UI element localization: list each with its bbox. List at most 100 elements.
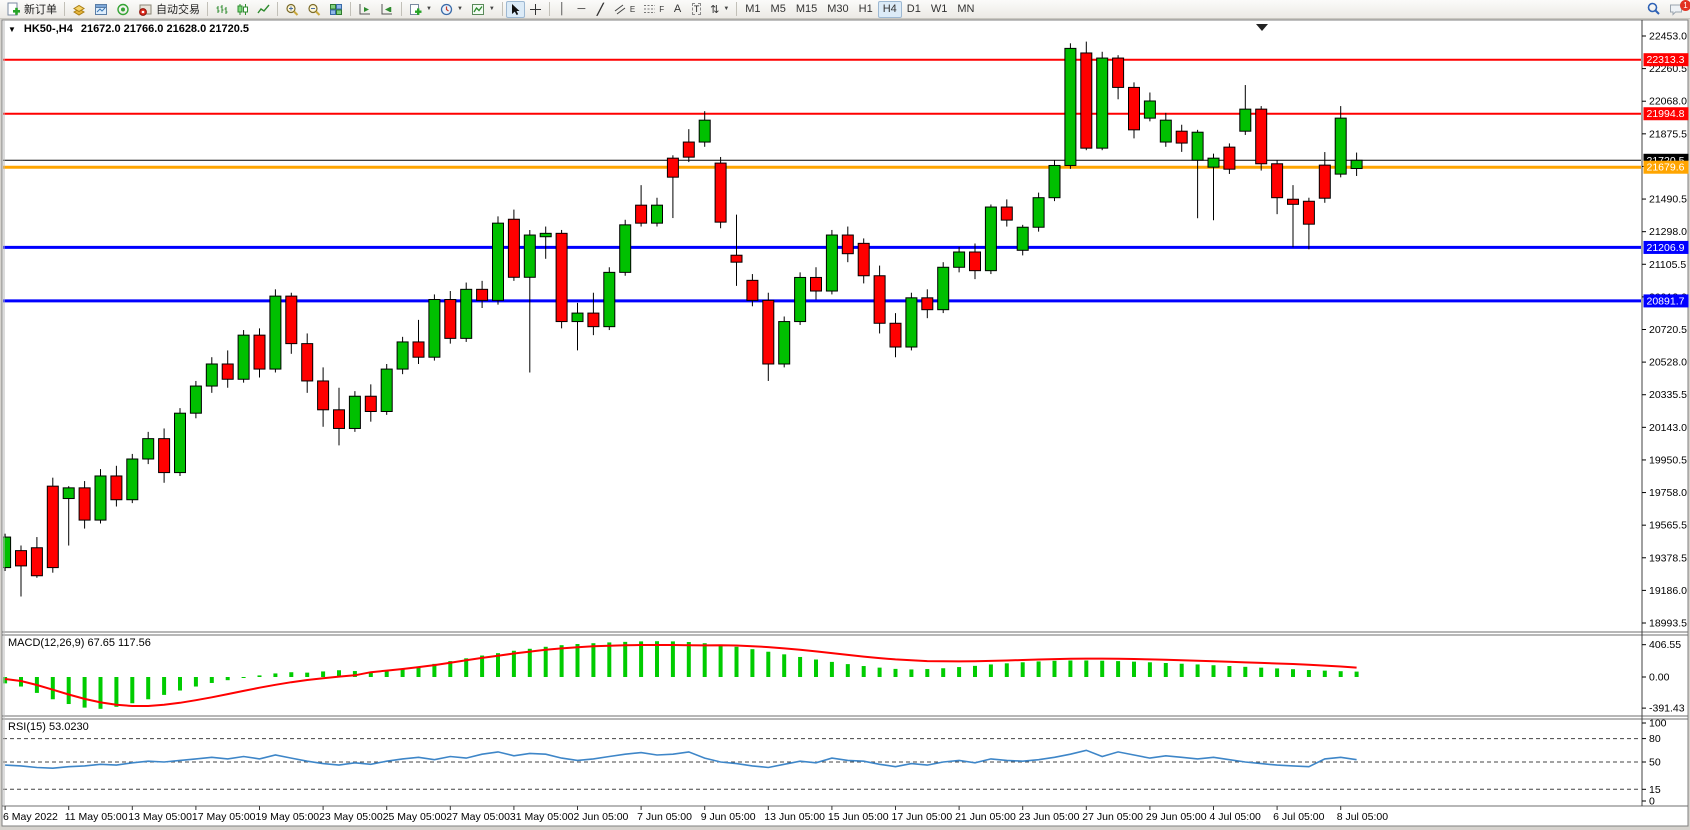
dropdown-caret-icon: ▼ — [723, 6, 729, 12]
bull-candle — [397, 342, 408, 369]
vertical-line-tool-button[interactable]: │ — [553, 1, 572, 18]
svg-text:0: 0 — [1649, 796, 1655, 808]
bear-candle — [874, 276, 885, 324]
svg-text:18993.5: 18993.5 — [1649, 618, 1687, 630]
new-order-button[interactable]: 新订单 — [2, 1, 61, 18]
zoom-out-button[interactable] — [303, 1, 325, 18]
bear-candle — [31, 548, 42, 576]
timeframe-m15-button[interactable]: M15 — [791, 1, 822, 18]
svg-text:50: 50 — [1649, 757, 1661, 769]
svg-text:21105.5: 21105.5 — [1649, 259, 1686, 271]
search-button[interactable] — [1642, 1, 1665, 18]
dropdown-caret-icon: ▼ — [489, 6, 495, 12]
chart-window[interactable]: 22453.022260.522068.021875.521683.021490… — [0, 0, 1690, 830]
one-click-trading-toggle[interactable]: ▼ — [8, 25, 16, 34]
separator — [207, 2, 208, 16]
text-label-tool-button[interactable]: T — [687, 1, 706, 18]
auto-scroll-button[interactable] — [354, 1, 376, 18]
timeframe-w1-button[interactable]: W1 — [926, 1, 953, 18]
trendline-tool-button[interactable]: ╱ — [591, 1, 610, 18]
bar-chart-icon — [215, 3, 228, 16]
svg-text:20891.7: 20891.7 — [1647, 295, 1685, 307]
chart-canvas[interactable]: 22453.022260.522068.021875.521683.021490… — [0, 0, 1690, 830]
line-chart-button[interactable] — [253, 1, 274, 18]
fibonacci-tool-button[interactable]: F — [639, 1, 668, 18]
bull-candle — [1160, 120, 1171, 142]
timeframe-h1-button[interactable]: H1 — [854, 1, 878, 18]
bull-candle — [524, 235, 535, 277]
bull-candle — [493, 223, 504, 300]
timeframe-m1-button[interactable]: M1 — [740, 1, 765, 18]
candlestick-chart-button[interactable] — [232, 1, 253, 18]
svg-text:4 Jul 05:00: 4 Jul 05:00 — [1210, 811, 1262, 823]
new-template-button[interactable]: ▼ — [405, 1, 436, 18]
tile-windows-button[interactable] — [325, 1, 347, 18]
bar-chart-button[interactable] — [211, 1, 232, 18]
separator — [277, 2, 278, 16]
svg-text:23 May 05:00: 23 May 05:00 — [319, 811, 383, 823]
svg-text:11 May 05:00: 11 May 05:00 — [65, 811, 128, 823]
bull-candle — [461, 289, 472, 338]
dropdown-caret-icon: ▼ — [426, 6, 432, 12]
svg-text:9 Jun 05:00: 9 Jun 05:00 — [701, 811, 756, 823]
bear-candle — [763, 300, 774, 364]
candlestick-chart-icon — [236, 3, 249, 16]
rsi-indicator-label: RSI(15) 53.0230 — [8, 721, 89, 733]
cursor-tool-button[interactable] — [506, 1, 525, 18]
bear-candle — [1256, 109, 1267, 164]
chart-shift-button[interactable] — [376, 1, 398, 18]
svg-text:21994.8: 21994.8 — [1647, 108, 1685, 120]
profiles-button[interactable] — [68, 1, 90, 18]
bear-candle — [1001, 207, 1012, 220]
bear-candle — [1303, 201, 1314, 224]
chart-ohlc-values: 21672.0 21766.0 21628.0 21720.5 — [81, 23, 249, 35]
trendline-icon: ╱ — [597, 3, 604, 16]
bear-candle — [667, 158, 678, 177]
timeframe-m5-button[interactable]: M5 — [766, 1, 791, 18]
bear-candle — [222, 364, 233, 379]
bull-candle — [620, 225, 631, 273]
arrows-icon: ⇅ — [710, 3, 719, 16]
toolbar-right-tools: 1 — [1642, 1, 1688, 18]
autotrading-button[interactable]: 自动交易 — [134, 1, 204, 18]
bear-candle — [318, 381, 329, 410]
svg-text:21875.5: 21875.5 — [1649, 128, 1687, 140]
notification-badge: 1 — [1680, 0, 1690, 11]
timeframe-mn-button[interactable]: MN — [952, 1, 979, 18]
fibonacci-icon — [643, 3, 656, 15]
horizontal-line-tool-button[interactable]: ─ — [572, 1, 591, 18]
svg-text:27 May 05:00: 27 May 05:00 — [446, 811, 510, 823]
svg-text:-391.43: -391.43 — [1649, 703, 1685, 715]
timeframe-m30-button[interactable]: M30 — [822, 1, 853, 18]
chat-button[interactable]: 1 — [1665, 1, 1688, 18]
svg-text:15: 15 — [1649, 784, 1661, 796]
bull-candle — [699, 120, 710, 142]
svg-text:31 May 05:00: 31 May 05:00 — [510, 811, 574, 823]
bear-candle — [1176, 131, 1187, 143]
crosshair-icon — [529, 3, 542, 16]
periods-button[interactable]: ▼ — [436, 1, 467, 18]
text-tool-button[interactable]: A — [668, 1, 687, 18]
bull-candle — [652, 205, 663, 223]
signals-button[interactable] — [112, 1, 134, 18]
chart-window-button[interactable] — [90, 1, 112, 18]
equidistant-channel-tool-button[interactable]: E — [610, 1, 639, 18]
svg-text:19950.5: 19950.5 — [1649, 454, 1687, 466]
chart-title: ▼ HK50-,H4 21672.0 21766.0 21628.0 21720… — [8, 23, 249, 35]
arrows-tool-button[interactable]: ⇅ ▼ — [706, 1, 733, 18]
bear-candle — [302, 344, 313, 381]
svg-text:21298.0: 21298.0 — [1649, 226, 1687, 238]
timeframe-h4-button[interactable]: H4 — [878, 1, 902, 18]
svg-text:0.00: 0.00 — [1649, 672, 1670, 684]
separator — [401, 2, 402, 16]
crosshair-tool-button[interactable] — [525, 1, 546, 18]
bull-candle — [795, 277, 806, 321]
bear-candle — [1272, 164, 1283, 198]
timeframe-d1-button[interactable]: D1 — [902, 1, 926, 18]
svg-text:7 Jun 05:00: 7 Jun 05:00 — [637, 811, 692, 823]
svg-text:19 May 05:00: 19 May 05:00 — [256, 811, 320, 823]
zoom-in-button[interactable] — [281, 1, 303, 18]
bull-candle — [1097, 58, 1108, 148]
indicators-button[interactable]: ▼ — [467, 1, 499, 18]
bear-candle — [1224, 147, 1235, 169]
